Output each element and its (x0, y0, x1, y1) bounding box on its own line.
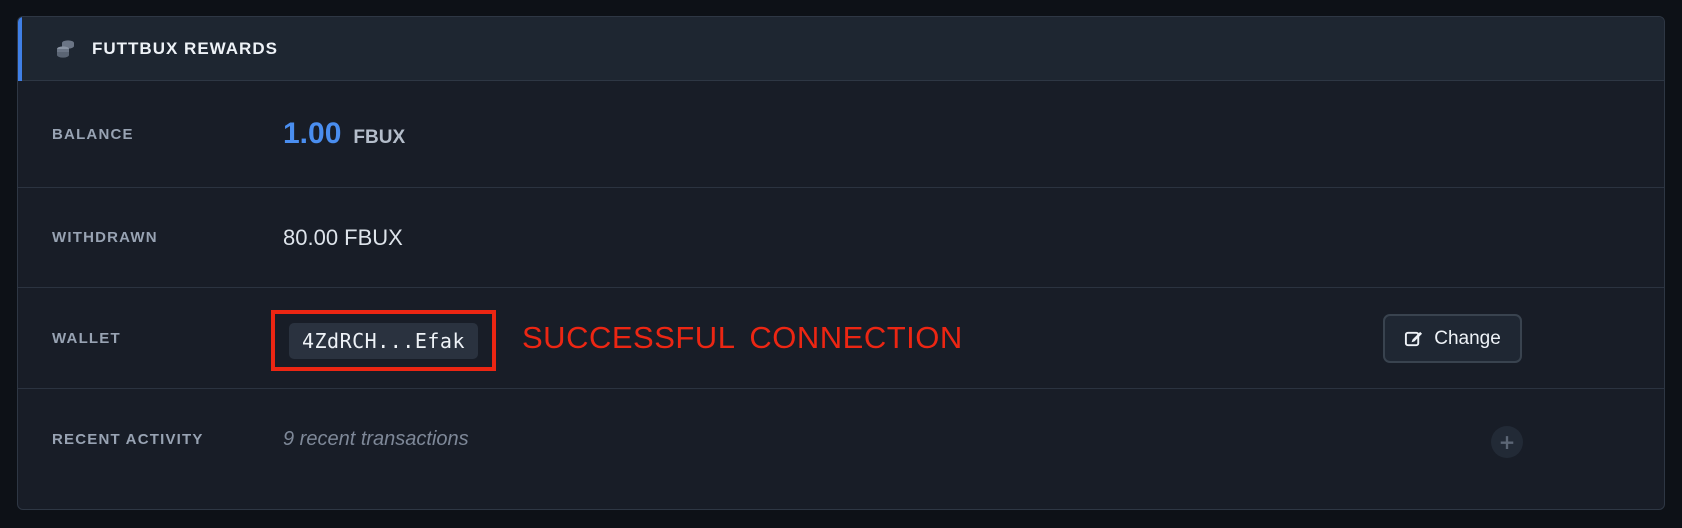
change-button-label: Change (1434, 327, 1501, 349)
edit-icon (1405, 331, 1423, 347)
balance-label: BALANCE (52, 125, 134, 143)
panel-header: FUTTBUX REWARDS (18, 17, 1664, 81)
withdrawn-value-wrap: 80.00 FBUX (283, 188, 403, 287)
change-wallet-button[interactable]: Change (1383, 314, 1522, 363)
withdrawn-value: 80.00 FBUX (283, 224, 403, 250)
recent-activity-row: RECENT ACTIVITY 9 recent transactions + (18, 389, 1664, 489)
plus-icon[interactable]: + (1491, 426, 1523, 458)
recent-activity-value-wrap: 9 recent transactions (283, 389, 469, 489)
balance-unit: FBUX (353, 127, 406, 148)
recent-activity-label: RECENT ACTIVITY (52, 430, 204, 448)
rewards-panel: FUTTBUX REWARDS BALANCE 1.00 FBUX WITHDR… (17, 16, 1665, 510)
withdrawn-label: WITHDRAWN (52, 229, 158, 246)
header-accent-bar (18, 17, 22, 81)
wallet-highlight-box: 4ZdRCH...Efak (271, 310, 496, 371)
wallet-address[interactable]: 4ZdRCH...Efak (288, 322, 479, 359)
recent-activity-summary: 9 recent transactions (283, 427, 469, 450)
wallet-row: WALLET 4ZdRCH...Efak SUCCESSFUL CONNECTI… (18, 288, 1664, 389)
balance-amount: 1.00 (283, 117, 342, 150)
panel-title: FUTTBUX REWARDS (92, 39, 278, 58)
connection-status-annotation: SUCCESSFUL CONNECTION (522, 320, 963, 355)
wallet-label: WALLET (52, 329, 121, 347)
balance-row: BALANCE 1.00 FBUX (18, 81, 1664, 188)
withdrawn-row: WITHDRAWN 80.00 FBUX (18, 188, 1664, 288)
balance-value: 1.00 FBUX (283, 81, 405, 187)
coins-icon (55, 38, 77, 60)
